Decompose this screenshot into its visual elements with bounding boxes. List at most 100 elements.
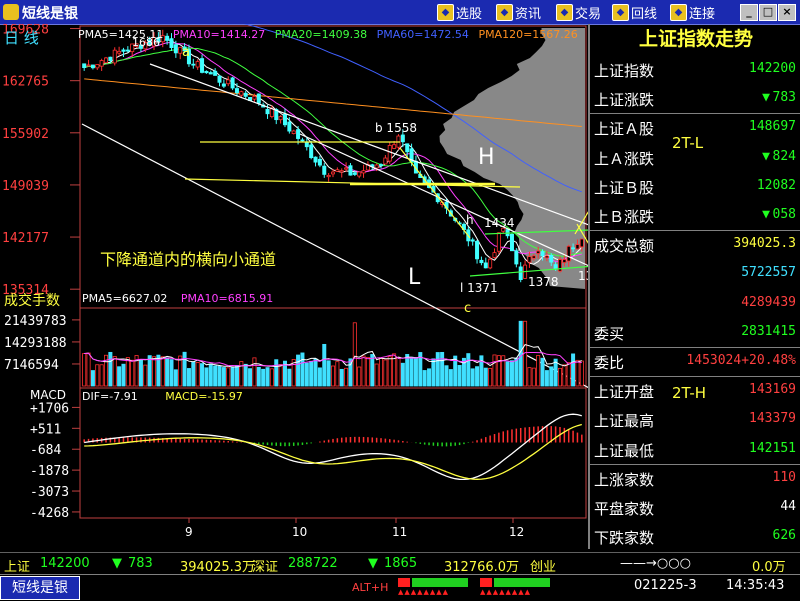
panel-row-label: 上涨家数 xyxy=(594,470,655,489)
panel-row-label: 上证Ｂ股 xyxy=(594,178,655,197)
panel-row-value: 4289439 xyxy=(741,294,796,310)
taskbar-app-button[interactable]: 短线是银 xyxy=(0,576,80,600)
volume-legend: PMA5=6627.02 PMA10=6815.91 xyxy=(82,292,273,305)
select-stock-icon: ◆ xyxy=(437,3,454,21)
dif-legend: DIF=-7.91 xyxy=(82,390,138,403)
month-tick-label: 12 xyxy=(509,525,524,539)
annotation-L: L xyxy=(408,265,421,290)
trade-icon: ◆ xyxy=(556,3,573,21)
period-label[interactable]: 日 线 xyxy=(4,27,39,48)
news-icon: ◆ xyxy=(496,3,513,21)
volume-bar xyxy=(265,367,270,387)
volume-bar xyxy=(269,368,274,387)
volume-bar xyxy=(562,364,567,387)
candle-body xyxy=(300,139,305,142)
candle-body xyxy=(579,238,584,248)
menu-select-stock[interactable]: ◆ 选股 xyxy=(437,3,482,22)
volume-bar xyxy=(339,368,344,387)
chuangye-label: 创业 xyxy=(530,560,557,575)
status-bar: 上证 142200 ▼ 783 394025.3万 深证 288722 ▼ 18… xyxy=(0,552,800,575)
panel-row: 委买 2831415 xyxy=(590,319,800,345)
menu-news[interactable]: ◆ 资讯 xyxy=(496,3,541,22)
volume-bar xyxy=(448,369,453,387)
panel-row-value: 12082 xyxy=(756,177,796,193)
volume-bar xyxy=(330,365,335,387)
price-tick-label: 155902 xyxy=(2,127,49,142)
panel-row-value: 058 xyxy=(772,207,796,222)
volume-bar xyxy=(514,357,519,387)
panel-row-label: 成交总额 xyxy=(594,237,655,256)
panel-row-label: 上Ａ涨跌 xyxy=(594,149,655,168)
volume-bar xyxy=(405,354,410,387)
macd-legend: DIF=-7.91 MACD=-15.97 xyxy=(82,390,243,403)
sh-label: 上证 xyxy=(4,560,31,575)
volume-bar xyxy=(90,370,95,387)
volume-bar xyxy=(531,367,536,387)
candle-body xyxy=(265,108,270,115)
channel-annotation: 下降通道内的横向小通道 xyxy=(100,250,277,269)
candle-body xyxy=(291,130,296,134)
price-tick-label: 149039 xyxy=(2,179,49,194)
date-code: 021225-3 xyxy=(634,578,697,593)
down-segment-b xyxy=(399,147,471,239)
candle-body xyxy=(221,83,226,87)
candle-body xyxy=(256,93,261,104)
app-logo-icon xyxy=(3,4,19,20)
candle-body xyxy=(86,64,91,67)
panel-row-value: 148697 xyxy=(749,119,796,135)
candle-body xyxy=(217,75,222,83)
annotation-c: c xyxy=(464,301,471,316)
minimize-button[interactable]: _ xyxy=(740,4,758,21)
macd-tick-label: +1706 xyxy=(30,401,69,416)
volume-bar xyxy=(309,360,314,387)
menu-replay[interactable]: ◆ 回线 xyxy=(612,3,657,22)
volume-bar xyxy=(173,369,178,387)
candle-body xyxy=(518,266,523,281)
candle-body xyxy=(90,64,95,69)
volume-bar xyxy=(234,365,239,387)
volume-bar xyxy=(125,357,130,387)
volume-bar xyxy=(95,364,100,387)
stock-chart[interactable]: 1696281627651559021490391421771353149 10 1… xyxy=(0,9,761,549)
dif-line xyxy=(84,413,582,481)
candle-body xyxy=(304,141,309,148)
month-tick-label: 10 xyxy=(292,525,307,539)
chart-area[interactable]: 169628 162765 155902 149039 142177 135314 9 10 1… xyxy=(0,9,761,549)
candle-body xyxy=(536,250,541,254)
candle-body xyxy=(239,91,244,96)
macd-value-legend: MACD=-15.97 xyxy=(165,390,243,403)
ma10-legend: PMA10=1414.27 xyxy=(172,28,266,41)
candle-body xyxy=(282,113,287,126)
maximize-button[interactable]: □ xyxy=(759,4,777,21)
close-button[interactable]: × xyxy=(778,4,796,21)
annotation-H: H xyxy=(478,145,495,170)
volume-bar xyxy=(261,368,266,387)
panel-row-value: 142151 xyxy=(749,440,796,456)
menu-connect[interactable]: ◆ 连接 xyxy=(670,3,715,22)
candle-body xyxy=(252,96,257,100)
ma20-legend: PMA20=1409.38 xyxy=(274,28,368,41)
alt-hint: ALT+H xyxy=(352,581,389,594)
candle-body xyxy=(387,145,392,162)
volume-bar xyxy=(383,359,388,387)
price-tick-label: 162765 xyxy=(2,75,49,90)
candle-body xyxy=(213,70,218,76)
candle-body xyxy=(357,171,362,177)
candle-body xyxy=(562,259,567,263)
volume-bar xyxy=(509,360,514,387)
volume-bar xyxy=(195,362,200,387)
panel-row: 上证最高 143379 xyxy=(590,406,800,432)
candle-body xyxy=(348,165,353,176)
candle-body xyxy=(99,60,104,67)
volume-bar xyxy=(540,357,545,387)
volume-bar xyxy=(230,367,235,387)
candle-body xyxy=(234,88,239,94)
volume-bar xyxy=(138,359,143,387)
candle-body xyxy=(352,172,357,175)
right-amount: 0.0万 xyxy=(752,560,786,575)
candle-body xyxy=(344,167,349,170)
macd-tick-label: +511 xyxy=(30,422,61,437)
menu-trade[interactable]: ◆ 交易 xyxy=(556,3,601,22)
panel-row-label: 上Ｂ涨跌 xyxy=(594,208,655,226)
volume-bar xyxy=(200,363,205,387)
